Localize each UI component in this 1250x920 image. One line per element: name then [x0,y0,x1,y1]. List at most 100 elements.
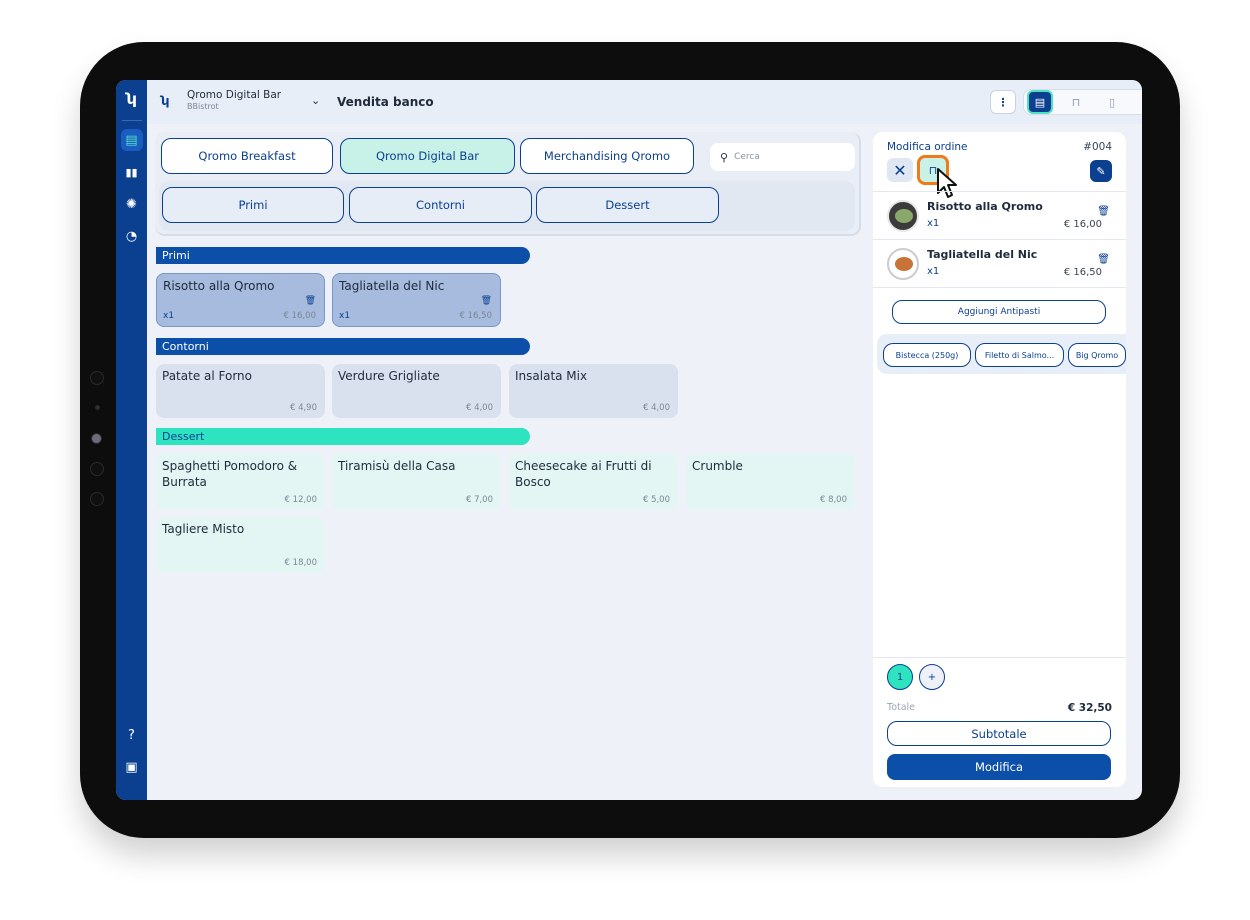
product-card-patate[interactable]: Patate al Forno € 4,90 [156,364,325,418]
section-title: Primi [162,249,190,262]
order-page-button[interactable]: 1 [887,664,913,690]
product-name: Verdure Grigliate [338,369,440,383]
total-value: € 32,50 [1067,702,1112,714]
search-placeholder: Cerca [734,152,760,162]
product-card-verdure[interactable]: Verdure Grigliate € 4,00 [332,364,501,418]
reports-icon[interactable]: ◔ [121,225,143,247]
close-icon[interactable]: ✕ [887,158,913,182]
product-price: € 12,00 [284,495,317,505]
app-header: ʮ Qromo Digital Bar BBistrot ⌄ Vendita b… [147,80,1142,124]
nav-rail: ʮ ▤ ▮▮ ✺ ◔ ? ▣ [116,80,147,800]
product-card-risotto[interactable]: Risotto alla Qromo 🗑 x1 € 16,00 [156,273,325,327]
rail-divider [121,120,142,121]
product-card-tagliatella[interactable]: Tagliatella del Nic 🗑 x1 € 16,50 [332,273,501,327]
settings-icon[interactable]: ✺ [121,193,143,215]
order-line-price: € 16,00 [1063,219,1102,230]
suggestion-chip[interactable]: Big Qromo [1068,343,1126,367]
section-title: Dessert [162,430,205,443]
product-name: Tagliere Misto [162,522,245,536]
category-tab-primi[interactable]: Primi [162,187,344,223]
trash-icon[interactable]: 🗑 [1097,206,1110,217]
add-page-button[interactable]: + [919,664,945,690]
order-title: Modifica ordine [887,141,968,153]
venue-logo-icon: ʮ [161,94,170,108]
order-line-qty: x1 [927,266,940,277]
order-line-price: € 16,50 [1063,267,1102,278]
sensor-dot [95,405,100,410]
help-icon[interactable]: ? [121,724,143,746]
trash-icon[interactable]: 🗑 [305,296,316,306]
product-card-insalata[interactable]: Insalata Mix € 4,00 [509,364,678,418]
product-name: Risotto alla Qromo [163,279,275,293]
search-input[interactable]: ⚲ Cerca [710,143,855,171]
camera-dot [90,371,104,385]
logo-icon[interactable]: ʮ [121,88,143,110]
menu-tab-breakfast[interactable]: Qromo Breakfast [161,138,333,174]
page-title: Vendita banco [337,95,434,109]
order-panel: Modifica ordine #004 ✕ ⊓ ✎ Risotto alla … [873,132,1126,787]
product-name: Tiramisù della Casa [338,459,456,473]
menu-tab-merchandising[interactable]: Merchandising Qromo [520,138,694,174]
product-card-spaghetti[interactable]: Spaghetti Pomodoro & Burrata € 12,00 [156,454,325,510]
section-title: Contorni [162,340,209,353]
order-line-name: Tagliatella del Nic [927,248,1038,261]
section-dessert: Dessert [156,428,530,445]
sensor-dot-3 [90,492,104,506]
product-price: € 4,00 [465,403,493,413]
menu-tab-digital-bar[interactable]: Qromo Digital Bar [340,138,515,174]
dish-thumbnail [887,248,919,280]
total-label: Totale [887,702,916,713]
add-starters-button[interactable]: Aggiungi Antipasti [892,300,1106,324]
category-tab-dessert[interactable]: Dessert [536,187,719,223]
more-options-button[interactable]: ⋮ [990,90,1016,114]
product-card-cheesecake[interactable]: Cheesecake ai Frutti di Bosco € 5,00 [509,454,678,510]
suggestion-chip[interactable]: Filetto di Salmo... [975,343,1064,367]
product-price: € 8,00 [819,495,847,505]
product-name: Patate al Forno [162,369,252,383]
product-name: Cheesecake ai Frutti di Bosco [515,459,652,489]
product-qty: x1 [163,311,175,321]
product-price: € 18,00 [284,558,317,568]
dish-thumbnail [887,200,919,232]
edit-icon[interactable]: ✎ [1090,160,1112,182]
product-card-tiramisu[interactable]: Tiramisù della Casa € 7,00 [332,454,501,510]
suggestion-chip[interactable]: Bistecca (250g) [883,343,971,367]
search-icon: ⚲ [720,150,729,164]
subtotal-button[interactable]: Subtotale [887,721,1111,746]
pos-icon[interactable]: ▤ [120,129,143,151]
product-qty: x1 [339,311,351,321]
order-divider [873,287,1126,288]
confirm-edit-button[interactable]: Modifica [887,754,1111,780]
order-line-qty: x1 [927,218,940,229]
venue-name: Qromo Digital Bar [187,89,282,101]
product-name: Spaghetti Pomodoro & Burrata [162,459,298,489]
product-price: € 16,50 [459,311,492,321]
stats-icon[interactable]: ▮▮ [121,161,143,183]
display-icon[interactable]: ▣ [121,756,143,778]
order-line[interactable]: Tagliatella del Nic x1 € 16,50 🗑 [873,239,1126,287]
product-card-tagliere[interactable]: Tagliere Misto € 18,00 [156,517,325,573]
table-view-button[interactable]: ⊓ [1063,90,1089,114]
product-name: Insalata Mix [515,369,588,383]
product-price: € 7,00 [465,495,493,505]
chevron-down-icon[interactable]: ⌄ [311,94,320,107]
sensor-dot-2 [90,462,104,476]
product-price: € 16,00 [283,311,316,321]
product-price: € 4,90 [289,403,317,413]
trash-icon[interactable]: 🗑 [481,296,492,306]
receipt-view-button[interactable]: ▯ [1099,90,1125,114]
camera-lens [91,433,102,444]
list-view-button[interactable]: ▤ [1027,90,1053,114]
section-contorni: Contorni [156,338,530,355]
category-tab-contorni[interactable]: Contorni [349,187,532,223]
app-screen: ʮ ▤ ▮▮ ✺ ◔ ? ▣ ʮ Qromo Digital Bar BBist… [116,80,1142,800]
order-line-name: Risotto alla Qromo [927,200,1043,213]
product-card-crumble[interactable]: Crumble € 8,00 [686,454,855,510]
product-name: Crumble [692,459,743,473]
product-price: € 5,00 [642,495,670,505]
product-name: Tagliatella del Nic [339,279,445,293]
venue-selector[interactable]: Qromo Digital Bar BBistrot [187,90,281,111]
trash-icon[interactable]: 🗑 [1097,254,1110,265]
order-number: #004 [1083,141,1112,153]
order-line[interactable]: Risotto alla Qromo x1 € 16,00 🗑 [873,191,1126,239]
